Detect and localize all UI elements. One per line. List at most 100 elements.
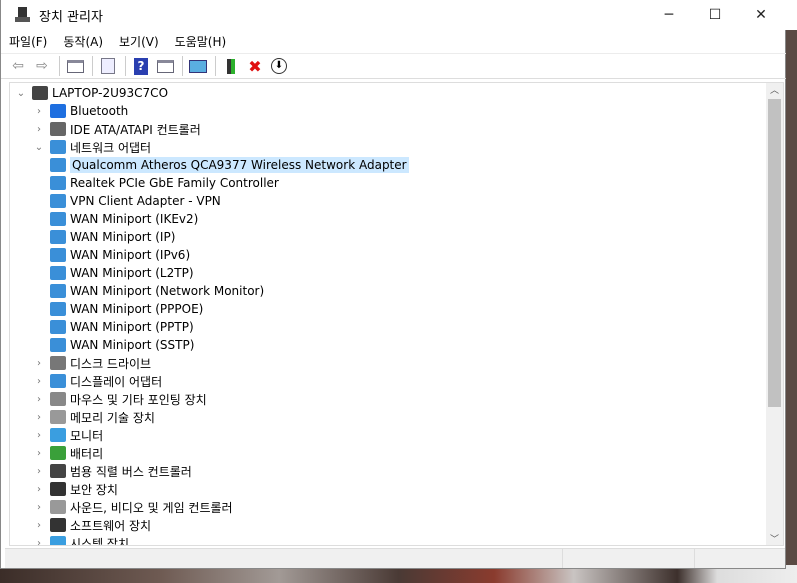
- tree-category[interactable]: › 디스플레이 어댑터: [32, 372, 162, 390]
- tree-label: WAN Miniport (IP): [70, 230, 176, 244]
- tree-label: 디스크 드라이브: [70, 356, 152, 371]
- scroll-up-icon[interactable]: ︿: [766, 83, 783, 96]
- back-icon[interactable]: ⇦: [7, 55, 29, 77]
- chevron-right-icon[interactable]: ›: [32, 106, 46, 117]
- tree-device[interactable]: WAN Miniport (SSTP): [50, 336, 194, 354]
- uninstall-icon[interactable]: ✖: [244, 55, 266, 77]
- tree-category[interactable]: › 사운드, 비디오 및 게임 컨트롤러: [32, 498, 233, 516]
- scan-hardware-icon[interactable]: [187, 55, 209, 77]
- maximize-button[interactable]: ☐: [692, 0, 738, 30]
- tree-label: IDE ATA/ATAPI 컨트롤러: [70, 122, 201, 137]
- chevron-right-icon[interactable]: ›: [32, 448, 46, 459]
- menu-view[interactable]: 보기(V): [111, 33, 167, 50]
- tree-category[interactable]: › 시스템 장치: [32, 534, 130, 546]
- device-icon: [50, 356, 66, 370]
- forward-icon[interactable]: ⇨: [31, 55, 53, 77]
- show-hide-console-tree-icon[interactable]: [64, 55, 86, 77]
- chevron-right-icon[interactable]: ›: [32, 358, 46, 369]
- tree-category[interactable]: › 마우스 및 기타 포인팅 장치: [32, 390, 207, 408]
- tree-label: 보안 장치: [70, 482, 118, 497]
- tree-category[interactable]: › 배터리: [32, 444, 103, 462]
- toolbar-separator: [92, 56, 93, 76]
- tree-device[interactable]: WAN Miniport (PPPOE): [50, 300, 203, 318]
- tree-device[interactable]: Realtek PCIe GbE Family Controller: [50, 174, 279, 192]
- device-icon: [50, 158, 66, 172]
- tree-device[interactable]: WAN Miniport (L2TP): [50, 264, 194, 282]
- chevron-right-icon[interactable]: ›: [32, 394, 46, 405]
- action-pane-icon[interactable]: [154, 55, 176, 77]
- device-icon: [50, 410, 66, 424]
- update-driver-icon[interactable]: [220, 55, 242, 77]
- chevron-right-icon[interactable]: ›: [32, 124, 46, 135]
- tree-label: WAN Miniport (IKEv2): [70, 212, 199, 226]
- chevron-right-icon[interactable]: ›: [32, 376, 46, 387]
- tree-device[interactable]: WAN Miniport (IKEv2): [50, 210, 198, 228]
- device-icon: [50, 464, 66, 478]
- tree-label: 사운드, 비디오 및 게임 컨트롤러: [70, 500, 233, 515]
- tree-root[interactable]: ⌄ LAPTOP-2U93C7CO: [14, 84, 168, 102]
- menu-help[interactable]: 도움말(H): [167, 33, 235, 50]
- tree-label: WAN Miniport (Network Monitor): [70, 284, 265, 298]
- menu-action[interactable]: 동작(A): [55, 33, 111, 50]
- device-tree: ⌄ LAPTOP-2U93C7CO › Bluetooth › IDE ATA/ATA…: [9, 82, 784, 546]
- status-bar: [5, 548, 785, 568]
- device-icon: [50, 518, 66, 532]
- tree-category[interactable]: › 보안 장치: [32, 480, 118, 498]
- tree-category[interactable]: › 소프트웨어 장치: [32, 516, 151, 534]
- chevron-right-icon[interactable]: ›: [32, 502, 46, 513]
- device-icon: [50, 176, 66, 190]
- device-icon: [50, 140, 66, 154]
- device-icon: [50, 266, 66, 280]
- device-manager-icon: [15, 7, 31, 23]
- tree-label: WAN Miniport (SSTP): [70, 338, 195, 352]
- tree-label: WAN Miniport (L2TP): [70, 266, 194, 280]
- tree-label: 소프트웨어 장치: [70, 518, 152, 533]
- chevron-down-icon[interactable]: ⌄: [14, 88, 28, 99]
- device-icon: [50, 392, 66, 406]
- tree-device[interactable]: WAN Miniport (PPTP): [50, 318, 194, 336]
- tree-category[interactable]: › 모니터: [32, 426, 103, 444]
- close-button[interactable]: ✕: [738, 0, 784, 30]
- tree-label: WAN Miniport (PPPOE): [70, 302, 204, 316]
- tree-label: 모니터: [70, 428, 104, 443]
- chevron-right-icon[interactable]: ›: [32, 412, 46, 423]
- device-icon: [50, 500, 66, 514]
- tree-device[interactable]: WAN Miniport (IP): [50, 228, 175, 246]
- tree-device[interactable]: WAN Miniport (IPv6): [50, 246, 190, 264]
- scroll-down-icon[interactable]: ﹀: [766, 532, 783, 545]
- status-pane: [5, 549, 563, 568]
- disable-icon[interactable]: ⬇: [268, 55, 290, 77]
- chevron-down-icon[interactable]: ⌄: [32, 142, 46, 153]
- tree-category[interactable]: ⌄ 네트워크 어댑터: [32, 138, 151, 156]
- tree-label: WAN Miniport (PPTP): [70, 320, 194, 334]
- chevron-right-icon[interactable]: ›: [32, 484, 46, 495]
- chevron-right-icon[interactable]: ›: [32, 520, 46, 531]
- computer-icon: [32, 86, 48, 100]
- tree-label: 마우스 및 기타 포인팅 장치: [70, 392, 207, 407]
- toolbar: ⇦ ⇨ ? ✖ ⬇: [1, 53, 786, 79]
- tree-category[interactable]: › Bluetooth: [32, 102, 128, 120]
- chevron-right-icon[interactable]: ›: [32, 430, 46, 441]
- scrollbar-thumb[interactable]: [768, 99, 781, 407]
- tree-category[interactable]: › 범용 직렬 버스 컨트롤러: [32, 462, 192, 480]
- tree-device[interactable]: Qualcomm Atheros QCA9377 Wireless Networ…: [50, 156, 409, 174]
- tree-device[interactable]: WAN Miniport (Network Monitor): [50, 282, 264, 300]
- tree-category[interactable]: › 메모리 기술 장치: [32, 408, 155, 426]
- tree-category[interactable]: › IDE ATA/ATAPI 컨트롤러: [32, 120, 201, 138]
- tree-label: 메모리 기술 장치: [70, 410, 155, 425]
- tree-label: 시스템 장치: [70, 536, 130, 546]
- help-icon[interactable]: ?: [130, 55, 152, 77]
- tree-device[interactable]: VPN Client Adapter - VPN: [50, 192, 221, 210]
- menu-file[interactable]: 파일(F): [1, 33, 55, 50]
- chevron-right-icon[interactable]: ›: [32, 466, 46, 477]
- vertical-scrollbar[interactable]: ︿ ﹀: [766, 83, 783, 545]
- device-icon: [50, 248, 66, 262]
- chevron-right-icon[interactable]: ›: [32, 538, 46, 546]
- device-icon: [50, 230, 66, 244]
- device-icon: [50, 194, 66, 208]
- tree-label: VPN Client Adapter - VPN: [70, 194, 221, 208]
- minimize-button[interactable]: ─: [646, 0, 692, 30]
- properties-icon[interactable]: [97, 55, 119, 77]
- title-bar: 장치 관리자 ─ ☐ ✕: [1, 0, 797, 30]
- tree-category[interactable]: › 디스크 드라이브: [32, 354, 151, 372]
